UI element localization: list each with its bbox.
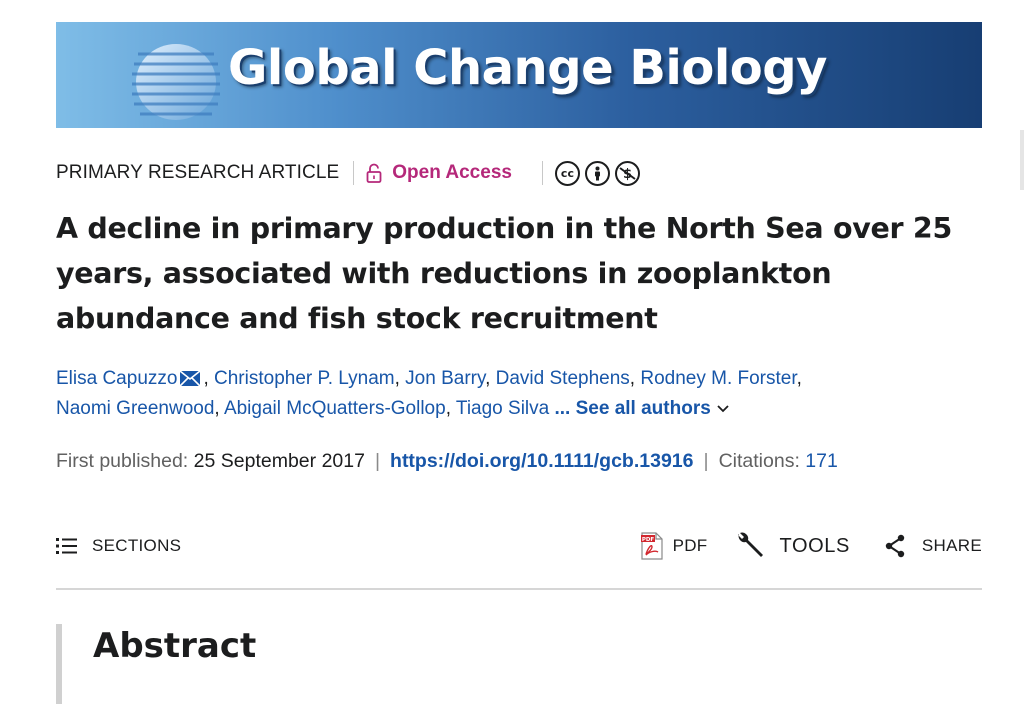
separator: | [703, 449, 709, 472]
article-page: Global Change Biology PRIMARY RESEARCH A… [0, 0, 1024, 704]
toolbar-divider [56, 588, 982, 590]
author-link[interactable]: Christopher P. Lynam [214, 368, 395, 389]
first-published-date: 25 September 2017 [193, 449, 365, 472]
article-title: A decline in primary production in the N… [56, 212, 952, 335]
tools-label: TOOLS [779, 534, 850, 557]
author-link[interactable]: Elisa Capuzzo [56, 368, 177, 389]
abstract-accent-bar [56, 624, 62, 704]
abstract-heading: Abstract [93, 626, 257, 666]
toolbar-actions: PDF PDF TOOLS SHARE [640, 531, 982, 561]
journal-title: Global Change Biology [228, 40, 827, 96]
author-list: Elisa Capuzzo, Christopher P. Lynam, Jon… [56, 364, 956, 424]
tools-button[interactable]: TOOLS [735, 531, 849, 561]
author-separator: , [214, 398, 224, 419]
article-type: PRIMARY RESEARCH ARTICLE [56, 162, 340, 183]
author-separator: , [203, 368, 215, 389]
cc-icon: cc [554, 160, 580, 186]
share-icon [885, 534, 905, 558]
divider [541, 161, 543, 185]
author-link[interactable]: Abigail McQuatters-Gollop [224, 398, 446, 419]
author-separator: , [394, 368, 406, 389]
author-link[interactable]: David Stephens [496, 368, 630, 389]
author-separator: , [445, 398, 456, 419]
author-link[interactable]: Jon Barry [405, 368, 485, 389]
publication-info: First published: 25 September 2017 | htt… [56, 446, 838, 476]
non-commercial-icon: $ [614, 160, 640, 186]
sections-button[interactable]: SECTIONS [56, 536, 181, 556]
list-icon [56, 538, 77, 554]
pdf-file-icon: PDF [640, 532, 663, 560]
scrollbar[interactable] [1020, 130, 1024, 190]
envelope-icon[interactable] [179, 370, 202, 387]
author-line: Elisa Capuzzo, Christopher P. Lynam, Jon… [56, 364, 956, 394]
pdf-label: PDF [672, 536, 708, 555]
share-label: SHARE [921, 536, 982, 555]
divider [353, 161, 355, 185]
wrench-icon [738, 532, 764, 557]
open-access-label: Open Access [392, 162, 512, 183]
globe-logo-icon [132, 44, 220, 120]
doi-link[interactable]: https://doi.org/10.1111/gcb.13916 [390, 450, 693, 473]
share-button[interactable]: SHARE [884, 534, 982, 558]
author-separator: , [485, 368, 496, 389]
svg-text:PDF: PDF [641, 537, 654, 543]
sections-label: SECTIONS [92, 536, 182, 555]
first-published-label: First published: [56, 449, 189, 472]
pdf-button[interactable]: PDF PDF [640, 532, 708, 560]
open-access-badge[interactable]: Open Access [366, 162, 512, 184]
author-separator: , [629, 368, 641, 389]
citations-count[interactable]: 171 [805, 450, 838, 473]
article-meta-row: PRIMARY RESEARCH ARTICLE Open Access cc [56, 158, 640, 188]
author-link[interactable]: Tiago Silva [456, 398, 549, 419]
see-all-authors-link[interactable]: ... See all authors [555, 398, 711, 419]
citations-label: Citations: [718, 449, 800, 472]
open-lock-icon [366, 163, 382, 183]
separator: | [374, 449, 381, 472]
license-icons[interactable]: cc $ [554, 160, 640, 186]
author-link[interactable]: Rodney M. Forster [640, 368, 796, 389]
author-line: Naomi Greenwood, Abigail McQuatters-Goll… [56, 394, 956, 424]
by-attribution-icon [584, 160, 610, 186]
chevron-down-icon[interactable] [717, 405, 729, 413]
article-toolbar: SECTIONS PDF PDF TOOLS SHARE [56, 526, 982, 566]
author-separator: , [796, 368, 802, 389]
author-link[interactable]: Naomi Greenwood [56, 398, 214, 419]
journal-banner[interactable]: Global Change Biology [56, 22, 982, 128]
